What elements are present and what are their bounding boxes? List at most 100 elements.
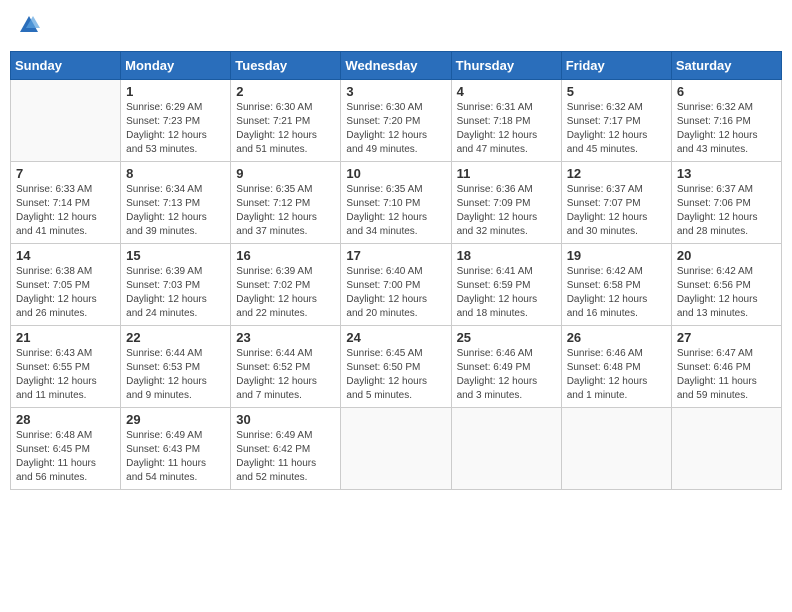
calendar-cell: 13 Sunrise: 6:37 AMSunset: 7:06 PMDayligh… <box>671 162 781 244</box>
day-number: 19 <box>567 248 666 263</box>
calendar-cell <box>451 408 561 490</box>
calendar-week-row: 1 Sunrise: 6:29 AMSunset: 7:23 PMDaylight… <box>11 80 782 162</box>
day-number: 11 <box>457 166 556 181</box>
day-number: 20 <box>677 248 776 263</box>
calendar-table: SundayMondayTuesdayWednesdayThursdayFrid… <box>10 51 782 490</box>
day-info: Sunrise: 6:35 AMSunset: 7:12 PMDaylight:… <box>236 183 335 239</box>
day-info: Sunrise: 6:37 AMSunset: 7:07 PMDaylight:… <box>567 183 666 239</box>
day-number: 17 <box>346 248 445 263</box>
calendar-cell: 26 Sunrise: 6:46 AMSunset: 6:48 PMDayligh… <box>561 326 671 408</box>
day-number: 1 <box>126 84 225 99</box>
day-info: Sunrise: 6:30 AMSunset: 7:20 PMDaylight:… <box>346 101 445 157</box>
calendar-cell: 17 Sunrise: 6:40 AMSunset: 7:00 PMDayligh… <box>341 244 451 326</box>
day-info: Sunrise: 6:41 AMSunset: 6:59 PMDaylight:… <box>457 265 556 321</box>
day-number: 4 <box>457 84 556 99</box>
calendar-cell: 12 Sunrise: 6:37 AMSunset: 7:07 PMDayligh… <box>561 162 671 244</box>
day-of-week-header: Wednesday <box>341 52 451 80</box>
calendar-cell: 18 Sunrise: 6:41 AMSunset: 6:59 PMDayligh… <box>451 244 561 326</box>
page-header <box>10 10 782 45</box>
day-number: 8 <box>126 166 225 181</box>
calendar-cell: 5Sunrise: 6:32 AMSunset: 7:17 PMDaylight… <box>561 80 671 162</box>
day-number: 5 <box>567 84 666 99</box>
calendar-cell: 10Sunrise: 6:35 AMSunset: 7:10 PMDayligh… <box>341 162 451 244</box>
calendar-week-row: 14Sunrise: 6:38 AMSunset: 7:05 PMDayligh… <box>11 244 782 326</box>
calendar-cell: 27 Sunrise: 6:47 AMSunset: 6:46 PMDayligh… <box>671 326 781 408</box>
calendar-cell: 8 Sunrise: 6:34 AMSunset: 7:13 PMDaylight… <box>121 162 231 244</box>
day-info: Sunrise: 6:47 AMSunset: 6:46 PMDaylight:… <box>677 347 776 403</box>
calendar-header-row: SundayMondayTuesdayWednesdayThursdayFrid… <box>11 52 782 80</box>
day-info: Sunrise: 6:33 AMSunset: 7:14 PMDaylight:… <box>16 183 115 239</box>
day-number: 25 <box>457 330 556 345</box>
calendar-week-row: 7 Sunrise: 6:33 AMSunset: 7:14 PMDaylight… <box>11 162 782 244</box>
day-of-week-header: Monday <box>121 52 231 80</box>
calendar-cell: 1 Sunrise: 6:29 AMSunset: 7:23 PMDaylight… <box>121 80 231 162</box>
calendar-cell: 16 Sunrise: 6:39 AMSunset: 7:02 PMDayligh… <box>231 244 341 326</box>
logo <box>16 14 40 41</box>
day-of-week-header: Friday <box>561 52 671 80</box>
day-number: 24 <box>346 330 445 345</box>
day-info: Sunrise: 6:49 AMSunset: 6:42 PMDaylight:… <box>236 429 335 485</box>
day-info: Sunrise: 6:49 AMSunset: 6:43 PMDaylight:… <box>126 429 225 485</box>
day-number: 7 <box>16 166 115 181</box>
day-number: 6 <box>677 84 776 99</box>
day-info: Sunrise: 6:43 AMSunset: 6:55 PMDaylight:… <box>16 347 115 403</box>
day-of-week-header: Sunday <box>11 52 121 80</box>
calendar-cell: 20 Sunrise: 6:42 AMSunset: 6:56 PMDayligh… <box>671 244 781 326</box>
calendar-cell <box>341 408 451 490</box>
day-info: Sunrise: 6:30 AMSunset: 7:21 PMDaylight:… <box>236 101 335 157</box>
calendar-cell: 6 Sunrise: 6:32 AMSunset: 7:16 PMDaylight… <box>671 80 781 162</box>
day-info: Sunrise: 6:39 AMSunset: 7:03 PMDaylight:… <box>126 265 225 321</box>
calendar-cell: 21 Sunrise: 6:43 AMSunset: 6:55 PMDayligh… <box>11 326 121 408</box>
calendar-cell <box>671 408 781 490</box>
day-info: Sunrise: 6:46 AMSunset: 6:48 PMDaylight:… <box>567 347 666 403</box>
logo-icon <box>18 14 40 36</box>
day-info: Sunrise: 6:40 AMSunset: 7:00 PMDaylight:… <box>346 265 445 321</box>
day-number: 9 <box>236 166 335 181</box>
calendar-cell: 25 Sunrise: 6:46 AMSunset: 6:49 PMDayligh… <box>451 326 561 408</box>
day-number: 18 <box>457 248 556 263</box>
day-number: 13 <box>677 166 776 181</box>
calendar-cell: 22Sunrise: 6:44 AMSunset: 6:53 PMDayligh… <box>121 326 231 408</box>
calendar-cell: 24 Sunrise: 6:45 AMSunset: 6:50 PMDayligh… <box>341 326 451 408</box>
day-number: 26 <box>567 330 666 345</box>
calendar-week-row: 28 Sunrise: 6:48 AMSunset: 6:45 PMDayligh… <box>11 408 782 490</box>
calendar-cell: 15 Sunrise: 6:39 AMSunset: 7:03 PMDayligh… <box>121 244 231 326</box>
day-info: Sunrise: 6:39 AMSunset: 7:02 PMDaylight:… <box>236 265 335 321</box>
calendar-cell: 4 Sunrise: 6:31 AMSunset: 7:18 PMDaylight… <box>451 80 561 162</box>
calendar-cell <box>561 408 671 490</box>
day-info: Sunrise: 6:37 AMSunset: 7:06 PMDaylight:… <box>677 183 776 239</box>
day-info: Sunrise: 6:42 AMSunset: 6:58 PMDaylight:… <box>567 265 666 321</box>
calendar-cell: 19 Sunrise: 6:42 AMSunset: 6:58 PMDayligh… <box>561 244 671 326</box>
calendar-cell: 23Sunrise: 6:44 AMSunset: 6:52 PMDayligh… <box>231 326 341 408</box>
calendar-cell: 29 Sunrise: 6:49 AMSunset: 6:43 PMDayligh… <box>121 408 231 490</box>
calendar-cell: 30Sunrise: 6:49 AMSunset: 6:42 PMDayligh… <box>231 408 341 490</box>
day-number: 12 <box>567 166 666 181</box>
day-of-week-header: Saturday <box>671 52 781 80</box>
day-number: 27 <box>677 330 776 345</box>
day-info: Sunrise: 6:46 AMSunset: 6:49 PMDaylight:… <box>457 347 556 403</box>
day-info: Sunrise: 6:31 AMSunset: 7:18 PMDaylight:… <box>457 101 556 157</box>
calendar-cell: 28 Sunrise: 6:48 AMSunset: 6:45 PMDayligh… <box>11 408 121 490</box>
day-info: Sunrise: 6:32 AMSunset: 7:16 PMDaylight:… <box>677 101 776 157</box>
calendar-cell: 7 Sunrise: 6:33 AMSunset: 7:14 PMDaylight… <box>11 162 121 244</box>
day-info: Sunrise: 6:34 AMSunset: 7:13 PMDaylight:… <box>126 183 225 239</box>
day-of-week-header: Thursday <box>451 52 561 80</box>
day-number: 22 <box>126 330 225 345</box>
day-info: Sunrise: 6:29 AMSunset: 7:23 PMDaylight:… <box>126 101 225 157</box>
day-number: 29 <box>126 412 225 427</box>
calendar-cell: 14Sunrise: 6:38 AMSunset: 7:05 PMDayligh… <box>11 244 121 326</box>
day-info: Sunrise: 6:38 AMSunset: 7:05 PMDaylight:… <box>16 265 115 321</box>
day-number: 10 <box>346 166 445 181</box>
day-info: Sunrise: 6:45 AMSunset: 6:50 PMDaylight:… <box>346 347 445 403</box>
day-number: 16 <box>236 248 335 263</box>
day-info: Sunrise: 6:48 AMSunset: 6:45 PMDaylight:… <box>16 429 115 485</box>
day-number: 28 <box>16 412 115 427</box>
day-number: 21 <box>16 330 115 345</box>
day-number: 15 <box>126 248 225 263</box>
calendar-cell <box>11 80 121 162</box>
calendar-cell: 3 Sunrise: 6:30 AMSunset: 7:20 PMDaylight… <box>341 80 451 162</box>
day-info: Sunrise: 6:42 AMSunset: 6:56 PMDaylight:… <box>677 265 776 321</box>
calendar-cell: 9 Sunrise: 6:35 AMSunset: 7:12 PMDaylight… <box>231 162 341 244</box>
calendar-cell: 2Sunrise: 6:30 AMSunset: 7:21 PMDaylight… <box>231 80 341 162</box>
day-number: 3 <box>346 84 445 99</box>
